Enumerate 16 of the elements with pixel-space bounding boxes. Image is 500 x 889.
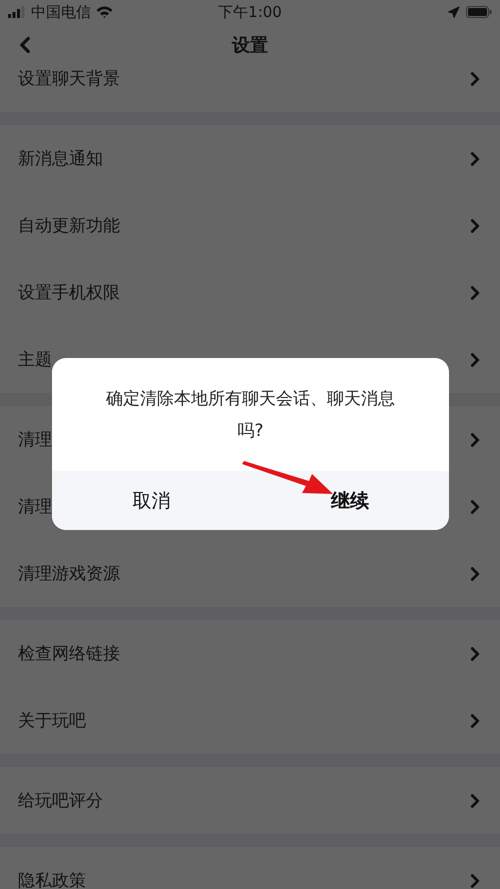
row-label: 隐私政策 [18, 870, 86, 889]
carrier-name: 中国电信 [31, 2, 91, 22]
row-label: 主题 [18, 349, 52, 371]
row-label: 关于玩吧 [18, 710, 86, 732]
row-label: 新消息通知 [18, 148, 103, 170]
row-label: 设置聊天背景 [18, 68, 120, 90]
row-label: 清理游戏资源 [18, 563, 120, 585]
dialog-message: 确定清除本地所有聊天会话、聊天消息吗? [105, 388, 396, 442]
row-label: 给玩吧评分 [18, 790, 103, 812]
row-label: 自动更新功能 [18, 215, 120, 237]
status-time: 下午1:00 [218, 2, 282, 22]
row-label: 设置手机权限 [18, 282, 120, 304]
row-label: 清理 [18, 429, 52, 451]
row-label: 清理 [18, 496, 52, 518]
row-label: 检查网络链接 [18, 643, 120, 665]
page-title: 设置 [232, 34, 268, 57]
